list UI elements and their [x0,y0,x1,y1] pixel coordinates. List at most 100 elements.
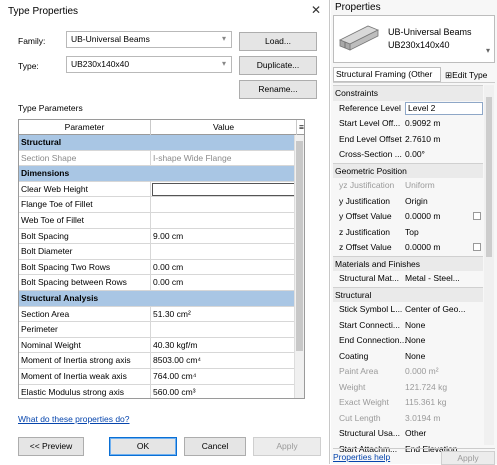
parameter-value[interactable]: 0.00 cm [151,260,296,275]
instance-filter-bar: Structural Framing (Other ⊞Edit Type [333,67,495,83]
property-value[interactable]: 0.0000 m [405,209,483,224]
property-name: Structural Mat... [339,273,399,283]
property-row[interactable]: Structural Mat... Metal - Steel... [333,271,483,287]
checkbox[interactable] [473,243,481,251]
parameter-name: Flange Toe of Fillet [19,197,151,212]
close-icon[interactable]: ✕ [311,3,321,17]
parameter-row[interactable]: Nominal Weight 40.30 kgf/m [19,337,304,354]
parameter-value[interactable]: 8503.00 cm⁴ [151,353,296,368]
family-select[interactable]: UB-Universal Beams ▾ [66,31,232,48]
type-select[interactable]: UB230x140x40 ▾ [66,56,232,73]
property-row[interactable]: Cross-Section ... 0.00° [333,147,483,163]
property-row[interactable]: Weight 121.724 kg [333,380,483,396]
property-row[interactable]: z Justification Top [333,225,483,241]
column-menu-icon[interactable]: ≡ [297,120,304,135]
scrollbar-thumb[interactable] [486,97,492,257]
duplicate-button[interactable]: Duplicate... [239,56,317,75]
property-value[interactable]: 0.00° [405,147,483,162]
load-button[interactable]: Load... [239,32,317,51]
parameter-row[interactable]: Bolt Spacing 9.00 cm [19,228,304,245]
parameter-value[interactable]: 560.00 cm³ [151,385,296,399]
property-row[interactable]: y Justification Origin [333,194,483,210]
parameter-row[interactable]: Perimeter [19,322,304,338]
column-header-parameter[interactable]: Parameter [19,120,151,135]
grid-scrollbar[interactable] [294,135,304,398]
parameter-name: Moment of Inertia strong axis [19,353,151,368]
parameter-value[interactable] [151,197,296,212]
property-row[interactable]: Exact Weight 115.361 kg [333,395,483,411]
property-row[interactable]: Reference Level Level 2 [333,101,483,117]
parameter-row[interactable]: Web Toe of Fillet [19,212,304,229]
parameter-value[interactable] [151,322,296,337]
property-value[interactable]: Other [405,426,483,441]
property-value[interactable]: 2.7610 m [405,132,483,147]
parameter-value[interactable]: 51.30 cm² [151,307,296,322]
help-link[interactable]: What do these properties do? [18,414,130,424]
parameter-row[interactable]: Bolt Spacing between Rows 0.00 cm [19,275,304,291]
property-row[interactable]: Stick Symbol L... Center of Geo... [333,302,483,318]
property-row[interactable]: z Offset Value 0.0000 m [333,240,483,256]
property-value[interactable]: 0.0000 m [405,240,483,255]
parameter-value[interactable]: 40.30 kgf/m [151,338,296,353]
section-header-row[interactable]: Structural Analysis [19,290,304,307]
parameter-value[interactable]: 764.00 cm⁴ [151,369,296,384]
properties-scrollbar[interactable] [484,85,494,445]
property-value[interactable]: Level 2 [405,101,483,115]
property-group-header[interactable]: Materials and Finishes [333,255,483,271]
property-value[interactable]: Metal - Steel... [405,271,483,286]
property-row[interactable]: Coating None [333,349,483,365]
section-header-row[interactable]: Structural [19,135,304,151]
property-value[interactable]: None [405,349,483,364]
column-header-value[interactable]: Value [151,120,297,135]
property-value[interactable]: Top [405,225,483,240]
property-value[interactable]: None [405,333,483,348]
property-group-header[interactable]: Constraints [333,85,483,101]
scrollbar-thumb[interactable] [296,141,303,351]
parameter-name: Web Toe of Fillet [19,212,151,228]
property-row[interactable]: End Level Offset 2.7610 m [333,132,483,148]
value-edit-field[interactable] [152,182,295,196]
parameter-row[interactable]: Moment of Inertia strong axis 8503.00 cm⁴ [19,353,304,369]
property-value[interactable]: Center of Geo... [405,302,483,317]
parameter-row[interactable]: Moment of Inertia weak axis 764.00 cm⁴ [19,368,304,385]
property-row[interactable]: Cut Length 3.0194 m [333,411,483,427]
parameter-value[interactable]: 9.00 cm [151,229,296,244]
category-filter-select[interactable]: Structural Framing (Other [333,67,441,82]
ok-button[interactable]: OK [109,437,177,456]
property-value[interactable]: Origin [405,194,483,209]
property-value[interactable]: None [405,318,483,333]
cancel-button[interactable]: Cancel [184,437,246,456]
parameter-name: Elastic Modulus strong axis [19,384,151,398]
property-row[interactable]: Start Connecti... None [333,318,483,334]
property-row[interactable]: Structural Usa... Other [333,426,483,442]
parameter-row[interactable]: Bolt Spacing Two Rows 0.00 cm [19,259,304,276]
chevron-down-icon: ▾ [221,59,226,68]
property-group-header[interactable]: Structural [333,286,483,302]
section-header-row[interactable]: Dimensions [19,166,304,182]
parameter-row[interactable]: Clear Web Height [19,181,304,198]
property-row[interactable]: End Connection... None [333,333,483,349]
property-row[interactable]: yz Justification Uniform [333,178,483,194]
property-name: Geometric Position [335,165,407,176]
parameter-row[interactable]: Flange Toe of Fillet [19,197,304,213]
edit-type-button[interactable]: ⊞Edit Type [445,67,497,83]
parameter-row[interactable]: Section Shape I-shape Wide Flange [19,150,304,167]
parameter-row[interactable]: Bolt Diameter [19,244,304,260]
checkbox[interactable] [473,212,481,220]
parameter-row[interactable]: Section Area 51.30 cm² [19,306,304,323]
parameter-value[interactable] [151,182,296,197]
rename-button[interactable]: Rename... [239,80,317,99]
parameter-value[interactable] [151,213,296,228]
property-row[interactable]: y Offset Value 0.0000 m [333,209,483,225]
property-row[interactable]: Paint Area 0.000 m² [333,364,483,380]
property-value[interactable]: 0.9092 m [405,116,483,131]
parameter-row[interactable]: Elastic Modulus strong axis 560.00 cm³ [19,384,304,399]
type-selector[interactable]: UB-Universal Beams UB230x140x40 ▾ [333,15,495,63]
preview-button[interactable]: << Preview [18,437,84,456]
property-group-header[interactable]: Geometric Position [333,162,483,178]
parameter-value[interactable]: 0.00 cm [151,275,296,290]
parameter-value[interactable] [151,244,296,259]
properties-help-link[interactable]: Properties help [333,452,390,462]
chevron-down-icon[interactable]: ▾ [486,46,490,55]
property-row[interactable]: Start Level Off... 0.9092 m [333,116,483,132]
